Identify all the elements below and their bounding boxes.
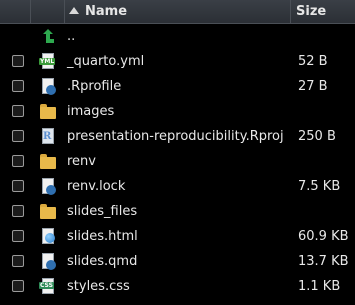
row-checkbox[interactable]	[12, 180, 24, 192]
row-checkbox[interactable]	[12, 105, 24, 117]
file-size: 52 B	[298, 54, 328, 69]
file-name[interactable]: renv.lock	[67, 174, 125, 199]
file-list-header: Name Size	[0, 0, 355, 24]
yml-file-icon: YML	[39, 53, 57, 70]
file-row[interactable]: .Rprofile 27 B	[0, 74, 355, 99]
files-pane: Name Size .. YML _quarto.yml 52 B .Rprof…	[0, 0, 355, 305]
file-row[interactable]: CSS styles.css 1.1 KB	[0, 274, 355, 299]
settings-file-icon	[39, 178, 57, 195]
name-column-label: Name	[85, 4, 128, 19]
css-file-icon: CSS	[39, 278, 57, 295]
file-name[interactable]: .Rprofile	[67, 74, 121, 99]
file-row[interactable]: slides_files	[0, 199, 355, 224]
r-settings-file-icon	[39, 78, 57, 95]
file-size: 250 B	[298, 129, 336, 144]
file-name[interactable]: _quarto.yml	[67, 49, 144, 74]
size-column-label: Size	[296, 4, 327, 19]
row-checkbox[interactable]	[12, 55, 24, 67]
file-size: 7.5 KB	[298, 179, 341, 194]
folder-icon	[39, 203, 57, 220]
header-checkbox-column	[0, 0, 30, 23]
file-row[interactable]: images	[0, 99, 355, 124]
row-checkbox[interactable]	[12, 205, 24, 217]
file-name[interactable]: renv	[67, 149, 96, 174]
up-arrow-icon[interactable]	[39, 28, 57, 45]
row-checkbox[interactable]	[12, 80, 24, 92]
folder-icon	[39, 153, 57, 170]
file-name[interactable]: slides.html	[67, 224, 138, 249]
sort-ascending-icon	[69, 7, 79, 14]
file-size: 13.7 KB	[298, 254, 349, 269]
file-name[interactable]: images	[67, 99, 114, 124]
file-size: 60.9 KB	[298, 229, 349, 244]
rproj-file-icon: R	[39, 128, 57, 145]
qmd-file-icon	[39, 253, 57, 270]
file-name[interactable]: presentation-reproducibility.Rproj	[67, 124, 284, 149]
file-name[interactable]: slides_files	[67, 199, 137, 224]
file-row[interactable]: YML _quarto.yml 52 B	[0, 49, 355, 74]
file-name[interactable]: styles.css	[67, 274, 130, 299]
folder-icon	[39, 103, 57, 120]
row-checkbox[interactable]	[12, 280, 24, 292]
row-checkbox[interactable]	[12, 155, 24, 167]
row-checkbox[interactable]	[12, 255, 24, 267]
file-row[interactable]: R presentation-reproducibility.Rproj 250…	[0, 124, 355, 149]
file-row[interactable]: renv	[0, 149, 355, 174]
file-row[interactable]: renv.lock 7.5 KB	[0, 174, 355, 199]
name-column-header[interactable]: Name	[64, 0, 290, 23]
row-checkbox[interactable]	[12, 230, 24, 242]
file-list: .. YML _quarto.yml 52 B .Rprofile 27 B i…	[0, 24, 355, 299]
file-row-parent[interactable]: ..	[0, 24, 355, 49]
size-column-header[interactable]: Size	[290, 0, 355, 23]
row-checkbox[interactable]	[12, 130, 24, 142]
file-size: 27 B	[298, 79, 328, 94]
file-row[interactable]: slides.qmd 13.7 KB	[0, 249, 355, 274]
file-size: 1.1 KB	[298, 279, 341, 294]
file-name[interactable]: slides.qmd	[67, 249, 137, 274]
file-row[interactable]: slides.html 60.9 KB	[0, 224, 355, 249]
html-file-icon	[39, 228, 57, 245]
header-icon-column	[30, 0, 64, 23]
file-name[interactable]: ..	[67, 24, 75, 49]
